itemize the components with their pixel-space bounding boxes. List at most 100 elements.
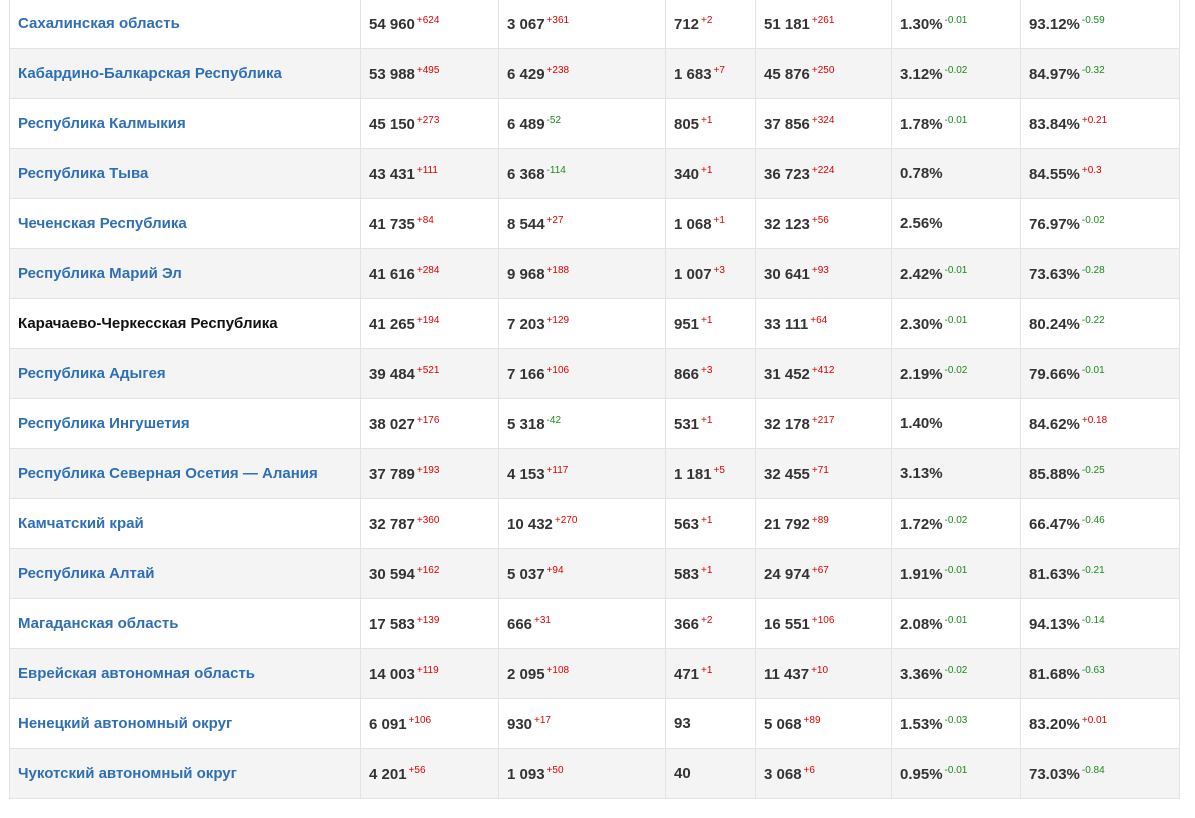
region-cell: Карачаево-Черкесская Республика [9, 298, 361, 349]
active-delta: -52 [546, 114, 561, 126]
recovery-rate-cell: 76.97% -0.02 [1020, 198, 1180, 249]
region-cell[interactable]: Чукотский автономный округ [9, 748, 361, 799]
region-cell[interactable]: Республика Алтай [9, 548, 361, 599]
recovered-value: 32 455 [764, 465, 810, 483]
cases-delta: +521 [416, 364, 440, 376]
active-cell: 666 +31 [498, 598, 666, 649]
active-value: 666 [507, 615, 533, 633]
cases-value: 41 616 [369, 265, 415, 283]
recovered-delta: +89 [803, 714, 821, 726]
recovery-rate-value: 80.24% [1029, 315, 1080, 333]
deaths-delta: +1 [701, 564, 713, 576]
region-name-link[interactable]: Сахалинская область [18, 15, 180, 32]
recovery-rate-value: 84.62% [1029, 415, 1080, 433]
active-delta: +27 [546, 214, 564, 226]
deaths-cell: 471 +1 [665, 648, 756, 699]
active-value: 8 544 [507, 215, 545, 233]
region-cell[interactable]: Еврейская автономная область [9, 648, 361, 699]
recovered-cell: 24 974 +67 [755, 548, 892, 599]
recovered-value: 36 723 [764, 165, 810, 183]
recovery-rate-delta: -0.32 [1081, 64, 1105, 76]
recovery-rate-delta: -0.25 [1081, 464, 1105, 476]
region-cell[interactable]: Республика Северная Осетия — Алания [9, 448, 361, 499]
region-name-link[interactable]: Ненецкий автономный округ [18, 715, 232, 732]
region-name-link[interactable]: Республика Тыва [18, 165, 148, 182]
mortality-delta: -0.02 [944, 514, 968, 526]
deaths-cell: 340 +1 [665, 148, 756, 199]
region-name-link[interactable]: Республика Северная Осетия — Алания [18, 465, 318, 482]
region-cell[interactable]: Сахалинская область [9, 0, 361, 49]
cases-delta: +84 [416, 214, 434, 226]
active-value: 7 166 [507, 365, 545, 383]
active-delta: +31 [534, 614, 551, 626]
active-value: 5 037 [507, 565, 545, 583]
recovered-cell: 36 723 +224 [755, 148, 892, 199]
region-name-link[interactable]: Республика Марий Эл [18, 265, 182, 282]
region-name-link[interactable]: Чеченская Республика [18, 215, 187, 232]
active-delta: +50 [546, 764, 564, 776]
recovered-delta: +10 [811, 664, 829, 676]
recovery-rate-value: 81.63% [1029, 565, 1080, 583]
table-body: Сахалинская область 54 960 +624 3 067 +361 71… [9, 0, 1180, 799]
region-cell[interactable]: Республика Калмыкия [9, 98, 361, 149]
recovery-rate-delta: -0.01 [1081, 364, 1105, 376]
recovery-rate-delta: -0.28 [1081, 264, 1105, 276]
cases-cell: 30 594 +162 [360, 548, 499, 599]
active-cell: 6 489 -52 [498, 98, 666, 149]
region-cell[interactable]: Магаданская область [9, 598, 361, 649]
cases-delta: +106 [408, 714, 432, 726]
active-cell: 8 544 +27 [498, 198, 666, 249]
recovered-value: 32 123 [764, 215, 810, 233]
recovery-rate-value: 84.97% [1029, 65, 1080, 83]
cases-cell: 37 789 +193 [360, 448, 499, 499]
region-name-link[interactable]: Республика Калмыкия [18, 115, 186, 132]
mortality-delta: -0.03 [944, 714, 968, 726]
region-name-link[interactable]: Республика Ингушетия [18, 415, 190, 432]
table-row: Республика Ингушетия 38 027 +176 5 318 -42 53… [9, 398, 1180, 449]
region-name-link[interactable]: Чукотский автономный округ [18, 765, 237, 782]
recovered-delta: +71 [811, 464, 829, 476]
region-cell[interactable]: Камчатский край [9, 498, 361, 549]
region-name-link[interactable]: Магаданская область [18, 615, 178, 632]
deaths-value: 471 [674, 665, 700, 683]
region-name-link[interactable]: Еврейская автономная область [18, 665, 255, 682]
mortality-delta: -0.01 [944, 314, 968, 326]
mortality-value: 3.12% [900, 65, 943, 83]
region-name-link[interactable]: Республика Алтай [18, 565, 154, 582]
table-row: Республика Марий Эл 41 616 +284 9 968 +188 1 … [9, 248, 1180, 299]
deaths-cell: 583 +1 [665, 548, 756, 599]
deaths-value: 1 007 [674, 265, 712, 283]
region-cell[interactable]: Кабардино-Балкарская Республика [9, 48, 361, 99]
recovered-cell: 21 792 +89 [755, 498, 892, 549]
mortality-value: 1.30% [900, 15, 943, 33]
region-cell[interactable]: Республика Марий Эл [9, 248, 361, 299]
recovery-rate-delta: +0.01 [1081, 714, 1108, 726]
recovery-rate-cell: 85.88% -0.25 [1020, 448, 1180, 499]
cases-cell: 45 150 +273 [360, 98, 499, 149]
cases-cell: 14 003 +119 [360, 648, 499, 699]
recovered-delta: +106 [811, 614, 835, 626]
region-cell[interactable]: Республика Ингушетия [9, 398, 361, 449]
mortality-value: 1.53% [900, 715, 943, 733]
deaths-cell: 563 +1 [665, 498, 756, 549]
region-cell[interactable]: Ненецкий автономный округ [9, 698, 361, 749]
deaths-delta: +2 [701, 614, 713, 626]
cases-cell: 41 265 +194 [360, 298, 499, 349]
region-cell[interactable]: Чеченская Республика [9, 198, 361, 249]
active-value: 10 432 [507, 515, 553, 533]
recovery-rate-delta: +0.18 [1081, 414, 1108, 426]
region-name-link[interactable]: Камчатский край [18, 515, 144, 532]
mortality-cell: 1.72% -0.02 [891, 498, 1021, 549]
region-name-link[interactable]: Кабардино-Балкарская Республика [18, 65, 282, 82]
cases-value: 32 787 [369, 515, 415, 533]
active-value: 2 095 [507, 665, 545, 683]
region-cell[interactable]: Республика Тыва [9, 148, 361, 199]
recovery-rate-value: 81.68% [1029, 665, 1080, 683]
cases-value: 41 735 [369, 215, 415, 233]
region-name-link[interactable]: Республика Адыгея [18, 365, 166, 382]
deaths-cell: 866 +3 [665, 348, 756, 399]
recovery-rate-delta: -0.63 [1081, 664, 1105, 676]
cases-delta: +360 [416, 514, 440, 526]
region-cell[interactable]: Республика Адыгея [9, 348, 361, 399]
recovered-cell: 31 452 +412 [755, 348, 892, 399]
